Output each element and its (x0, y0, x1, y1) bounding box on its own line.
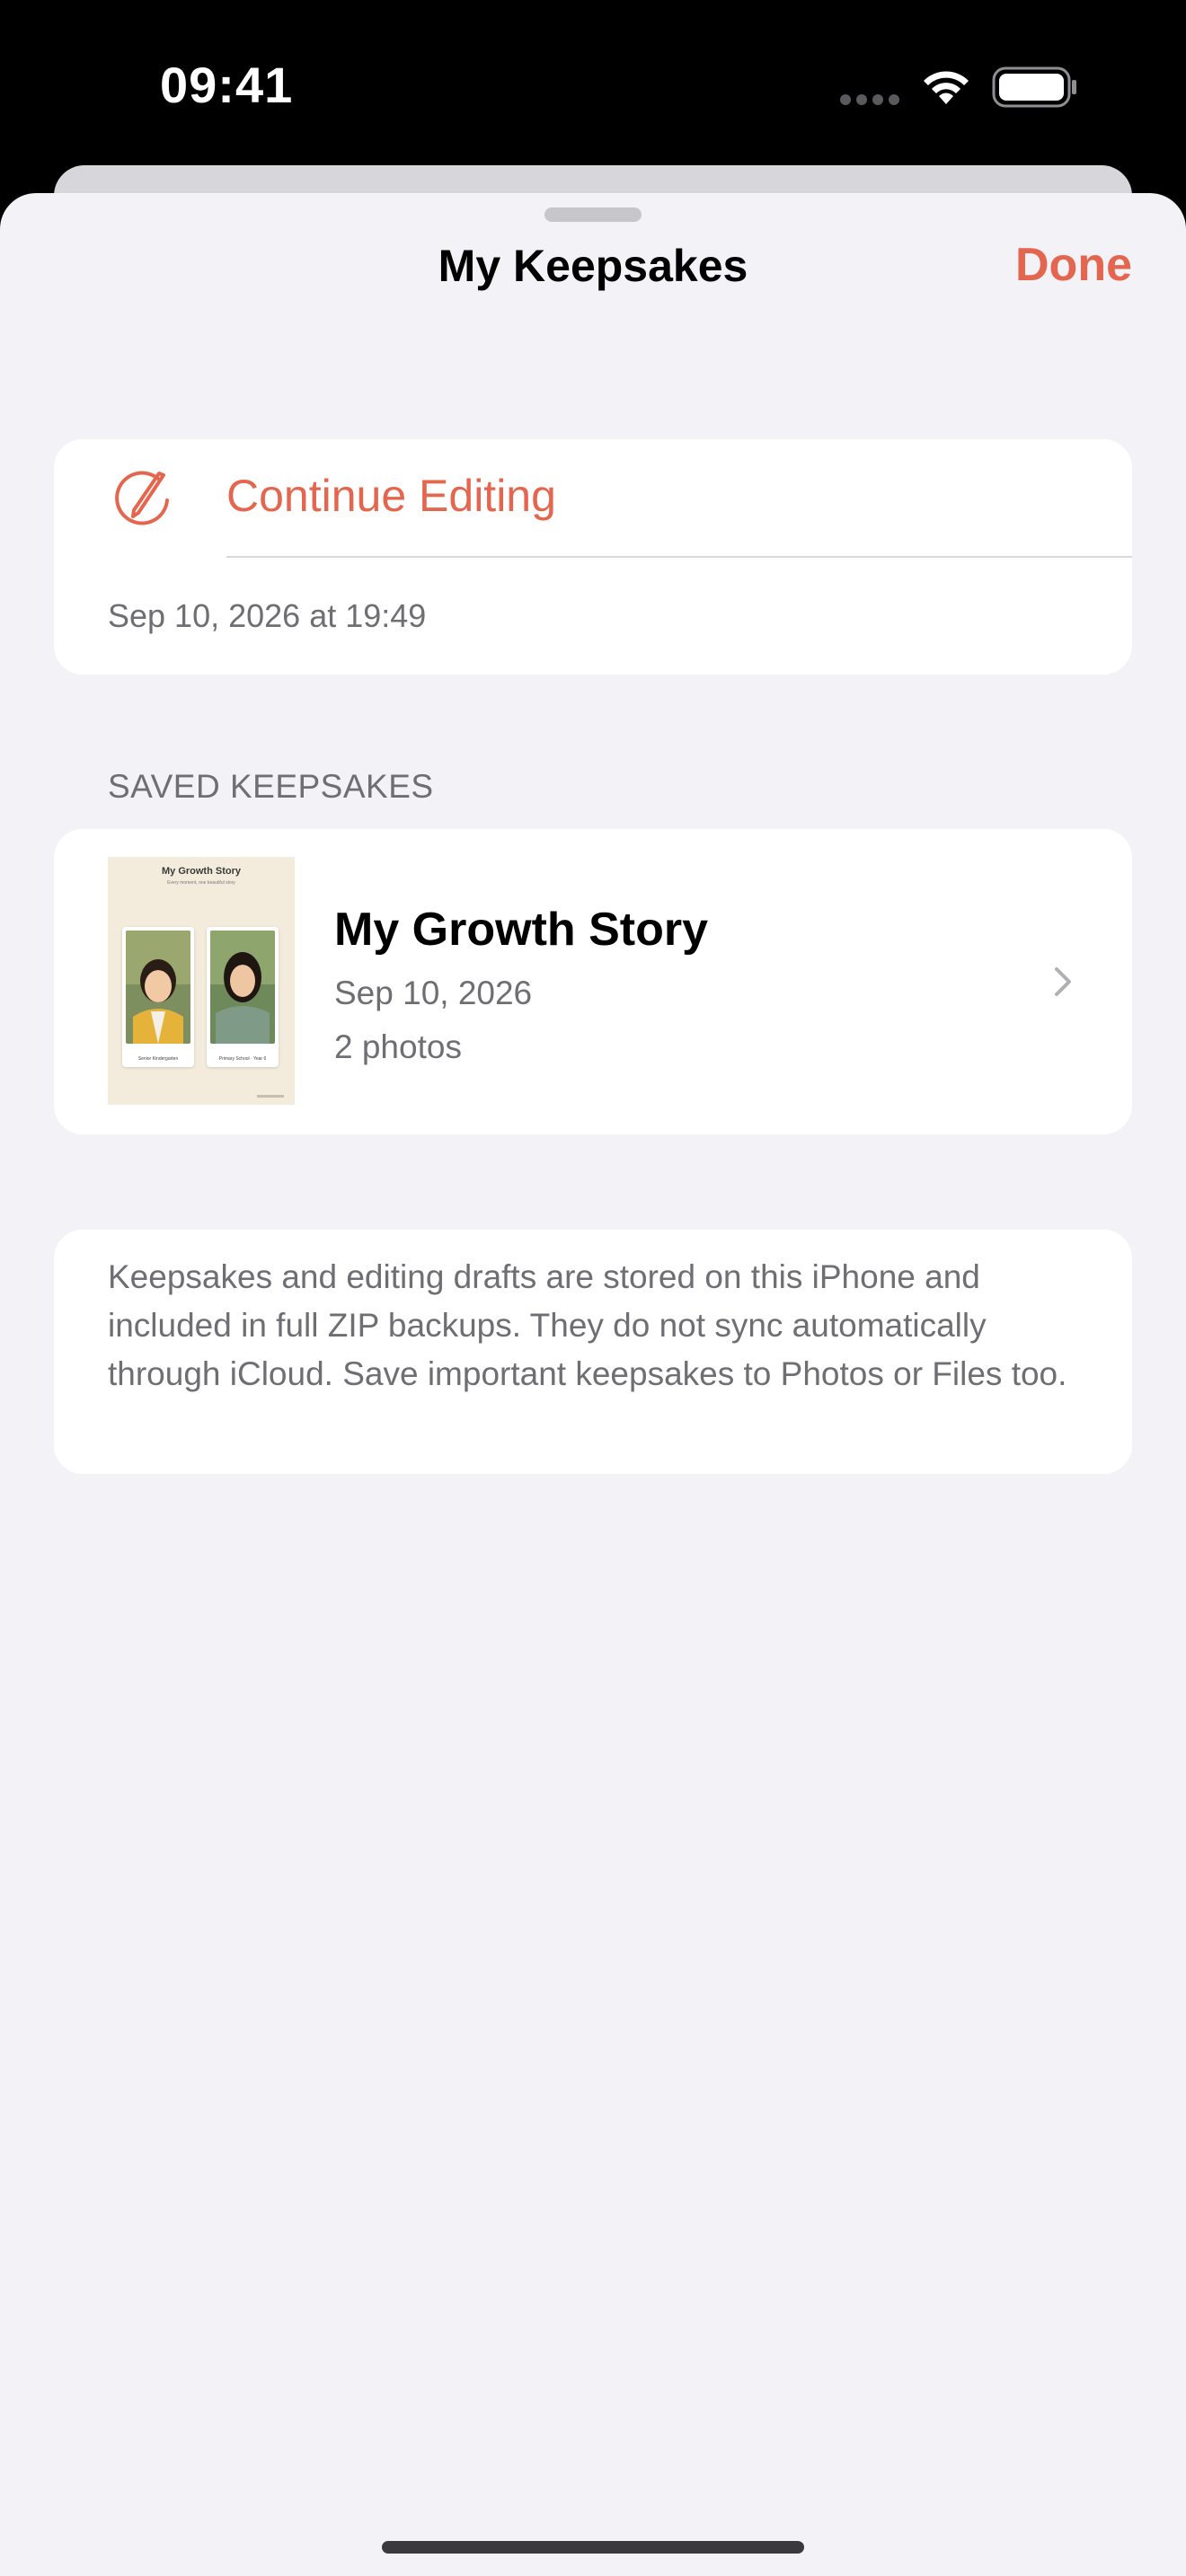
thumbnail-caption: Primary School · Year 6 (218, 1056, 267, 1062)
home-indicator[interactable] (382, 2541, 804, 2554)
child-photo (126, 931, 190, 1044)
keepsake-date: Sep 10, 2026 (334, 975, 533, 1011)
keepsake-photo-count: 2 photos (334, 1028, 462, 1065)
draft-date: Sep 10, 2026 at 19:49 (108, 597, 427, 634)
battery-icon (992, 66, 1076, 108)
cellular-signal-icon (840, 94, 899, 105)
chevron-right-icon (1055, 967, 1071, 996)
continue-editing-card: Continue Editing Sep 10, 2026 at 19:49 (54, 439, 1132, 675)
storage-info-text: Keepsakes and editing drafts are stored … (108, 1258, 1067, 1392)
thumbnail-photo: Primary School · Year 6 (207, 927, 279, 1067)
wifi-icon (924, 71, 969, 104)
pencil-circle-icon (115, 471, 169, 525)
page-title: My Keepsakes (438, 241, 748, 291)
continue-editing-button[interactable]: Continue Editing (54, 439, 1132, 556)
done-button[interactable]: Done (1015, 238, 1132, 292)
thumbnail-caption: Senior Kindergarten (137, 1056, 179, 1062)
thumbnail-footer-mark (257, 1095, 284, 1098)
status-bar: 09:41 (0, 0, 1186, 167)
sheet-grabber[interactable] (544, 207, 642, 222)
screen: 09:41 My Keepsakes Done Continue Editing… (0, 0, 1186, 2576)
storage-info-card: Keepsakes and editing drafts are stored … (54, 1230, 1132, 1474)
divider (226, 556, 1132, 558)
thumbnail-subtitle: Every moment, one beautiful story (167, 880, 235, 886)
continue-editing-label: Continue Editing (226, 471, 556, 521)
thumbnail-photo: Senior Kindergarten (122, 927, 194, 1067)
keepsake-thumbnail: My Growth Story Every moment, one beauti… (108, 857, 295, 1105)
section-header-saved: SAVED KEEPSAKES (108, 768, 434, 805)
keepsake-title: My Growth Story (334, 904, 709, 956)
keepsakes-sheet: My Keepsakes Done Continue Editing Sep 1… (0, 193, 1186, 2576)
thumbnail-title: My Growth Story (161, 866, 241, 877)
status-time: 09:41 (160, 57, 294, 113)
child-photo (210, 931, 275, 1044)
keepsake-row[interactable]: My Growth Story Every moment, one beauti… (54, 829, 1132, 1134)
